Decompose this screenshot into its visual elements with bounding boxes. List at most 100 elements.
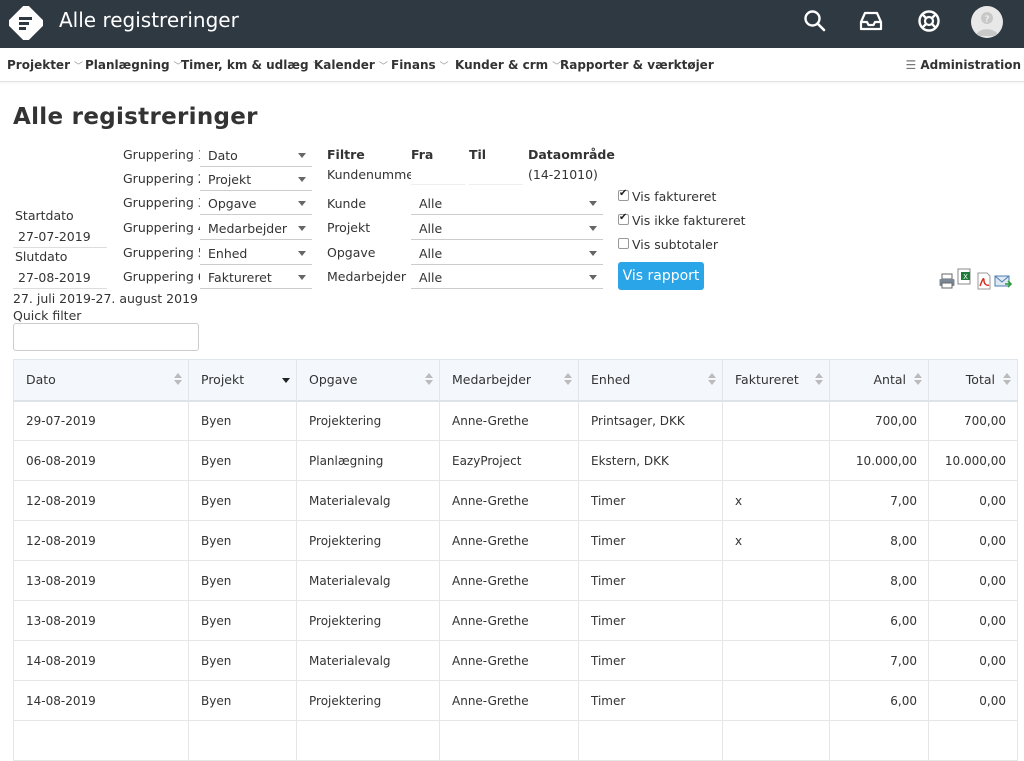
cell-antal: 10.000,00 bbox=[829, 440, 929, 481]
caret-down-icon bbox=[589, 226, 597, 231]
inbox-icon[interactable] bbox=[858, 8, 884, 34]
email-export-icon[interactable] bbox=[994, 272, 1012, 290]
cell-faktureret bbox=[722, 600, 830, 641]
column-header-opgave[interactable]: Opgave bbox=[296, 359, 440, 402]
cell-enhed: Printsager, DKK bbox=[578, 400, 723, 441]
table-row[interactable]: 29-07-2019 Byen Projektering Anne-Grethe Pri… bbox=[13, 400, 1018, 441]
cell-opgave: Projektering bbox=[296, 400, 440, 441]
cell-enhed: Timer bbox=[578, 600, 723, 641]
end-date-input[interactable] bbox=[13, 267, 107, 289]
vis-faktureret-checkbox[interactable] bbox=[618, 188, 629, 201]
vis-subtotaler-checkbox[interactable] bbox=[618, 238, 629, 249]
cell-dato: 14-08-2019 bbox=[13, 640, 189, 681]
grouping-5-select[interactable]: Enhed bbox=[200, 243, 312, 265]
cell-enhed: Timer bbox=[578, 680, 723, 721]
filter-label: Projekt bbox=[327, 220, 371, 235]
support-icon[interactable] bbox=[916, 8, 942, 34]
table-row[interactable]: 14-08-2019 Byen Materialevalg Anne-Grethe Ti… bbox=[13, 640, 1018, 681]
cell-opgave: Materialevalg bbox=[296, 560, 440, 601]
select-value: Opgave bbox=[208, 196, 257, 211]
column-header-medarbejder[interactable]: Medarbejder bbox=[439, 359, 579, 402]
app-logo-icon[interactable] bbox=[9, 6, 43, 40]
select-value: Enhed bbox=[208, 246, 248, 261]
select-value: Alle bbox=[419, 196, 443, 211]
table-row[interactable]: 06-08-2019 Byen Planlægning EazyProject Ekst… bbox=[13, 440, 1018, 481]
caret-down-icon bbox=[298, 275, 306, 280]
grouping-label: Gruppering 2 bbox=[123, 171, 206, 186]
kundenummer-fra-input[interactable] bbox=[411, 163, 465, 185]
kundenummer-til-input[interactable] bbox=[469, 163, 523, 185]
grouping-2-select[interactable]: Projekt bbox=[200, 169, 312, 191]
table-row[interactable]: 12-08-2019 Byen Materialevalg Anne-Grethe Ti… bbox=[13, 480, 1018, 521]
cell-antal: 7,00 bbox=[829, 640, 929, 681]
cell-medarbejder: EazyProject bbox=[439, 440, 579, 481]
column-header-antal[interactable]: Antal bbox=[829, 359, 929, 402]
table-row[interactable]: 13-08-2019 Byen Materialevalg Anne-Grethe Ti… bbox=[13, 560, 1018, 601]
grouping-3-select[interactable]: Opgave bbox=[200, 193, 312, 215]
column-header-faktureret[interactable]: Faktureret bbox=[722, 359, 830, 402]
avatar[interactable]: ? bbox=[971, 6, 1003, 38]
dataomraade-value: (14-21010) bbox=[528, 167, 598, 182]
user-icon: ? bbox=[976, 12, 998, 36]
grouping-label: Gruppering 5 bbox=[123, 245, 206, 260]
cell-projekt: Byen bbox=[188, 680, 297, 721]
vis-rapport-button[interactable]: Vis rapport bbox=[618, 262, 704, 290]
column-header-enhed[interactable]: Enhed bbox=[578, 359, 723, 402]
menu-icon: ☰ bbox=[905, 58, 917, 72]
grouping-label: Gruppering 3 bbox=[123, 195, 206, 210]
column-header-projekt[interactable]: Projekt bbox=[188, 359, 297, 402]
medarbejder-select[interactable]: Alle bbox=[411, 267, 603, 289]
search-icon[interactable] bbox=[802, 8, 828, 34]
table-row[interactable]: 13-08-2019 Byen Projektering Anne-Grethe Tim… bbox=[13, 600, 1018, 641]
nav-rapporter[interactable]: Rapporter & værktøjer bbox=[560, 58, 714, 72]
nav-timer[interactable]: Timer, km & udlæg ﹀ bbox=[181, 58, 322, 72]
chevron-down-icon: ﹀ bbox=[439, 62, 449, 72]
vis-ikke-faktureret-checkbox[interactable] bbox=[618, 212, 629, 225]
start-date-input[interactable] bbox=[13, 226, 107, 248]
nav-label: Kunder & crm bbox=[455, 58, 549, 72]
cell-enhed: Timer bbox=[578, 480, 723, 521]
cell-enhed: Timer bbox=[578, 640, 723, 681]
opgave-select[interactable]: Alle bbox=[411, 243, 603, 265]
excel-icon[interactable]: X bbox=[956, 268, 974, 286]
grouping-4-select[interactable]: Medarbejder bbox=[200, 218, 312, 240]
chevron-down-icon: ﹀ bbox=[378, 62, 388, 72]
column-header-dato[interactable]: Dato bbox=[13, 359, 189, 402]
nav-kunder[interactable]: Kunder & crm ﹀ bbox=[455, 58, 561, 72]
projekt-select[interactable]: Alle bbox=[411, 218, 603, 240]
cell-medarbejder: Anne-Grethe bbox=[439, 680, 579, 721]
nav-administration[interactable]: ☰ Administration bbox=[906, 58, 1021, 72]
grouping-1-select[interactable]: Dato bbox=[200, 145, 312, 167]
nav-planlaegning[interactable]: Planlægning ﹀ bbox=[85, 58, 183, 72]
table-row[interactable]: 14-08-2019 Byen Projektering Anne-Grethe Tim… bbox=[13, 680, 1018, 721]
caret-down-icon bbox=[298, 226, 306, 231]
cell-total: 0,00 bbox=[928, 600, 1018, 641]
cell-total: 10.000,00 bbox=[928, 440, 1018, 481]
column-header-total[interactable]: Total bbox=[928, 359, 1018, 402]
cell-medarbejder: Anne-Grethe bbox=[439, 560, 579, 601]
nav-kalender[interactable]: Kalender ﹀ bbox=[314, 58, 388, 72]
grouping-6-select[interactable]: Faktureret bbox=[200, 267, 312, 289]
column-label: Medarbejder bbox=[452, 372, 532, 388]
pdf-icon[interactable] bbox=[975, 272, 993, 290]
caret-down-icon bbox=[298, 201, 306, 206]
grouping-label: Gruppering 6 bbox=[123, 269, 206, 284]
caret-down-icon bbox=[298, 177, 306, 182]
chevron-down-icon: ﹀ bbox=[73, 62, 83, 72]
start-date-label: Startdato bbox=[15, 208, 74, 223]
print-icon[interactable] bbox=[938, 272, 956, 290]
column-label: Enhed bbox=[591, 372, 631, 388]
quick-filter-input[interactable] bbox=[13, 323, 199, 351]
caret-down-icon bbox=[298, 153, 306, 158]
cell-medarbejder: Anne-Grethe bbox=[439, 520, 579, 561]
column-label: Faktureret bbox=[735, 372, 799, 388]
filter-label: Opgave bbox=[327, 245, 376, 260]
cell-dato: 14-08-2019 bbox=[13, 680, 189, 721]
table-row[interactable]: 12-08-2019 Byen Projektering Anne-Grethe Tim… bbox=[13, 520, 1018, 561]
cell-faktureret: x bbox=[722, 520, 830, 561]
nav-projekter[interactable]: Projekter ﹀ bbox=[7, 58, 83, 72]
cell-opgave: Projektering bbox=[296, 520, 440, 561]
kunde-select[interactable]: Alle bbox=[411, 193, 603, 215]
sort-icon bbox=[914, 373, 922, 387]
nav-finans[interactable]: Finans ﹀ bbox=[391, 58, 449, 72]
